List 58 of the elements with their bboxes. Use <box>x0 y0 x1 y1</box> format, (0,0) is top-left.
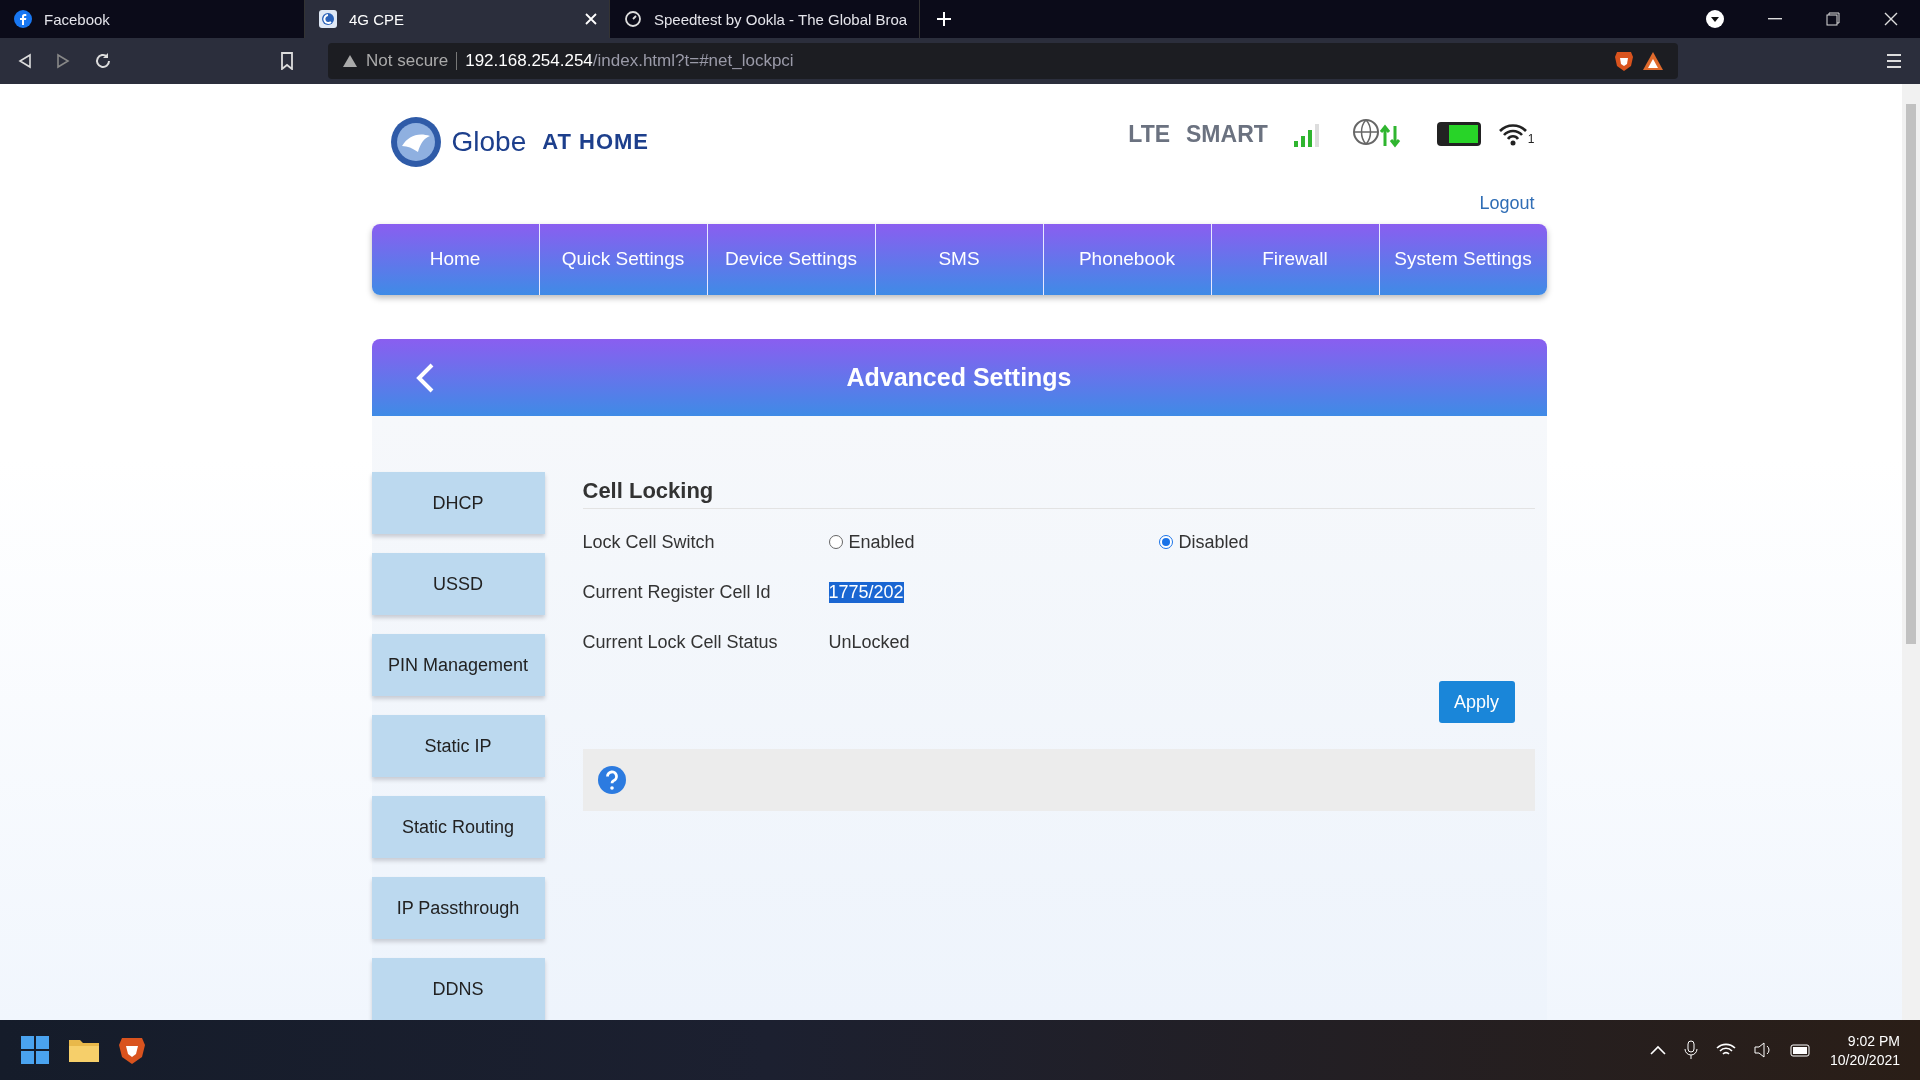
nav-tab[interactable]: SMS <box>874 223 1043 296</box>
radio-button[interactable] <box>828 535 843 549</box>
start-icon[interactable] <box>20 1035 50 1065</box>
nav-tab[interactable]: Home <box>371 223 539 296</box>
nav-tab[interactable]: Device Settings <box>706 223 875 296</box>
new-tab-icon[interactable] <box>936 11 953 27</box>
nav-tab[interactable]: Quick Settings <box>538 223 707 296</box>
address-bar[interactable]: Not secure 192.168.254.254/index.html?t=#net_lockpci <box>328 43 1678 79</box>
field-value: UnLocked <box>828 631 910 653</box>
minimize-icon[interactable] <box>1768 18 1782 20</box>
dropdown-icon[interactable] <box>1706 10 1724 28</box>
clock[interactable]: 9:02 PM 10/20/2021 <box>1829 1032 1900 1068</box>
forward-icon[interactable] <box>56 53 70 69</box>
chevron-up-icon[interactable] <box>1649 1045 1666 1055</box>
battery-icon <box>1435 120 1482 148</box>
panel-title: Advanced Settings <box>846 363 1072 393</box>
wifi-client-count: 1 <box>1527 132 1535 146</box>
close-icon[interactable] <box>1884 12 1898 26</box>
sidebar-item[interactable]: Static Routing <box>371 796 545 858</box>
logo-tagline: AT HOME <box>542 129 650 155</box>
help-icon[interactable] <box>596 765 627 795</box>
nav-tab[interactable]: Phonebook <box>1042 223 1211 296</box>
field-label: Current Register Cell Id <box>582 581 772 603</box>
menu-icon[interactable] <box>1886 53 1902 69</box>
gauge-icon <box>624 10 642 28</box>
battery-icon[interactable] <box>1789 1042 1812 1058</box>
triangle-icon[interactable] <box>1642 51 1664 71</box>
sidebar-item[interactable]: IP Passthrough <box>371 877 545 939</box>
radio-option[interactable]: Disabled <box>1158 531 1489 553</box>
sidebar-item[interactable]: DHCP <box>371 472 545 534</box>
sidebar-item[interactable]: DDNS <box>371 958 545 1020</box>
radio-option[interactable]: Enabled <box>828 531 1159 553</box>
speaker-icon[interactable] <box>1753 1042 1772 1058</box>
sidebar-item[interactable]: USSD <box>371 553 545 615</box>
wifi-icon <box>1497 122 1528 146</box>
sidebar-item[interactable]: PIN Management <box>371 634 545 696</box>
back-icon[interactable] <box>18 53 32 69</box>
carrier-name: SMART <box>1186 120 1268 148</box>
apply-button[interactable]: Apply <box>1438 681 1515 723</box>
reload-icon[interactable] <box>94 52 112 70</box>
restore-icon[interactable] <box>1826 12 1840 26</box>
bookmark-icon[interactable] <box>280 52 294 70</box>
warning-icon <box>342 54 358 68</box>
logout-link[interactable]: Logout <box>1479 192 1535 214</box>
field-label: Lock Cell Switch <box>582 531 716 553</box>
sidebar-item[interactable]: Static IP <box>371 715 545 777</box>
facebook-icon <box>14 10 32 28</box>
radio-button[interactable] <box>1158 535 1173 549</box>
microphone-icon[interactable] <box>1683 1040 1698 1060</box>
network-type: LTE <box>1128 120 1171 148</box>
field-value: 1775/202 <box>828 581 904 603</box>
field-label: Current Lock Cell Status <box>582 631 779 653</box>
section-title: Cell Locking <box>582 478 1535 509</box>
globe-logo-icon <box>389 116 442 168</box>
browser-tab[interactable]: 4G CPE <box>305 0 610 38</box>
nav-tab[interactable]: Firewall <box>1210 223 1379 296</box>
nav-tab[interactable]: System Settings <box>1378 223 1547 296</box>
logo-text: Globe <box>451 126 527 158</box>
